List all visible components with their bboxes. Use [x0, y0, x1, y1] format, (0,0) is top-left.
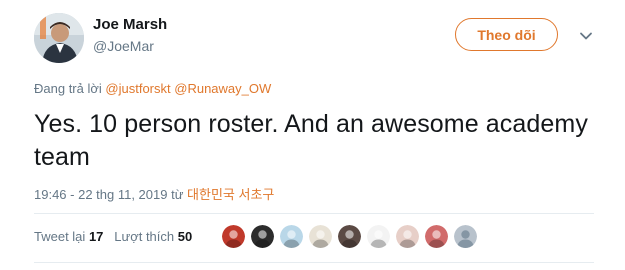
mention-link[interactable]: @Runaway_OW: [174, 81, 271, 96]
tweet-meta: 19:46 - 22 thg 11, 2019 từ 대한민국 서초구: [34, 184, 274, 203]
liker-avatar[interactable]: [396, 225, 419, 248]
liker-avatar[interactable]: [280, 225, 303, 248]
author-handle[interactable]: @JoeMar: [93, 38, 154, 54]
retweets-count: 17: [88, 229, 104, 244]
liker-avatar[interactable]: [251, 225, 274, 248]
liker-avatar[interactable]: [309, 225, 332, 248]
liker-avatar[interactable]: [338, 225, 361, 248]
tweet-text: Yes. 10 person roster. And an awesome ac…: [34, 110, 588, 171]
likes-count: 50: [177, 229, 193, 244]
mention-link[interactable]: @justforskt: [105, 81, 170, 96]
tweet-location[interactable]: 대한민국 서초구: [187, 187, 274, 202]
follow-button[interactable]: Theo dõi: [455, 18, 558, 51]
liker-avatar[interactable]: [367, 225, 390, 248]
retweets-stat[interactable]: Tweet lại 17: [34, 229, 107, 244]
avatar-photo: [34, 13, 84, 63]
liker-avatar[interactable]: [222, 225, 245, 248]
tweet-card: Joe Marsh @JoeMar Theo dõi Đang trả lời …: [0, 0, 625, 270]
likes-label: Lượt thích: [114, 229, 175, 244]
divider: [34, 213, 594, 214]
liker-avatar[interactable]: [454, 225, 477, 248]
likers-avatars: [222, 225, 477, 248]
tweet-timestamp[interactable]: 19:46 - 22 thg 11, 2019 từ: [34, 187, 183, 202]
retweets-label: Tweet lại: [34, 229, 86, 244]
reply-prefix: Đang trả lời: [34, 81, 102, 96]
reply-context: Đang trả lời @justforskt @Runaway_OW: [34, 81, 271, 96]
liker-avatar[interactable]: [425, 225, 448, 248]
divider: [34, 262, 594, 263]
engagement-stats: Tweet lại 17 Lượt thích 50: [34, 229, 192, 244]
author-name[interactable]: Joe Marsh: [93, 16, 167, 33]
likes-stat[interactable]: Lượt thích 50: [114, 229, 192, 244]
chevron-down-icon[interactable]: [578, 28, 594, 44]
author-avatar[interactable]: [34, 13, 84, 63]
